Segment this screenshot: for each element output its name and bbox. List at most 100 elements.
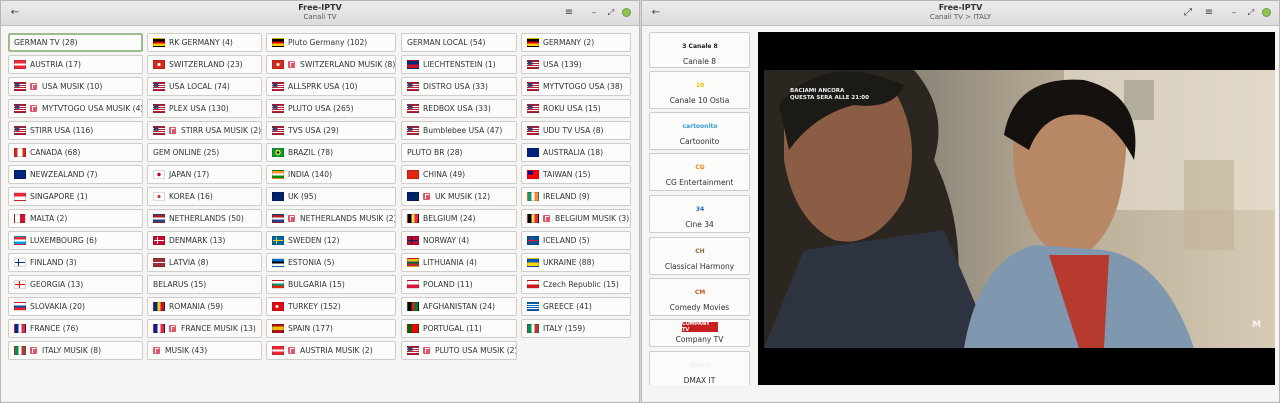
playlist-button[interactable]: GERMANY (2) (521, 33, 631, 52)
playlist-button[interactable]: LITHUANIA (4) (401, 253, 517, 272)
playlist-button[interactable]: Bumblebee USA (47) (401, 121, 517, 140)
channel-item[interactable]: 10 Canale 10 Ostia (649, 71, 750, 109)
playlist-button[interactable]: PORTUGAL (11) (401, 319, 517, 338)
playlist-button[interactable]: NORWAY (4) (401, 231, 517, 250)
playlist-button[interactable]: GEM ONLINE (25) (147, 143, 262, 162)
playlist-button[interactable]: POLAND (11) (401, 275, 517, 294)
channel-item[interactable]: CM Comedy Movies (649, 278, 750, 316)
playlist-button[interactable]: RK GERMANY (4) (147, 33, 262, 52)
maximize-button[interactable]: ⤢ (1243, 5, 1259, 21)
playlist-button[interactable]: PLUTO USA MUSIK (2) (401, 341, 517, 360)
close-button[interactable] (1259, 5, 1275, 21)
minimize-button[interactable]: – (586, 5, 602, 21)
playlist-button[interactable]: ALLSPRK USA (10) (266, 77, 396, 96)
playlist-button[interactable]: CANADA (68) (8, 143, 143, 162)
playlist-button[interactable]: NEWZEALAND (7) (8, 165, 143, 184)
playlist-button[interactable]: GERMAN LOCAL (54) (401, 33, 517, 52)
playlist-button[interactable]: IRELAND (9) (521, 187, 631, 206)
playlist-button[interactable]: ESTONIA (5) (266, 253, 396, 272)
playlist-button[interactable]: SWITZERLAND MUSIK (8) (266, 55, 396, 74)
playlist-button[interactable]: UKRAINE (88) (521, 253, 631, 272)
playlist-button[interactable]: USA MUSIK (10) (8, 77, 143, 96)
music-note-icon (153, 347, 160, 354)
fullscreen-button[interactable]: ⤢ (1180, 5, 1196, 21)
playlist-button[interactable]: BULGARIA (15) (266, 275, 396, 294)
close-button[interactable] (619, 5, 635, 21)
playlist-button[interactable]: MUSIK (43) (147, 341, 262, 360)
video-player[interactable]: BACIAMI ANCORA QUESTA SERA ALLE 21:00 M (758, 32, 1275, 385)
minimize-button[interactable]: – (1226, 5, 1242, 21)
playlist-button[interactable]: FINLAND (3) (8, 253, 143, 272)
flag-us-icon (272, 126, 284, 135)
flag-ee-icon (272, 258, 284, 267)
playlist-button[interactable]: KOREA (16) (147, 187, 262, 206)
channel-item[interactable]: CH Classical Harmony (649, 237, 750, 275)
playlist-button[interactable]: PLUTO BR (28) (401, 143, 517, 162)
playlist-button[interactable]: NETHERLANDS (50) (147, 209, 262, 228)
playlist-button[interactable]: ROMANIA (59) (147, 297, 262, 316)
playlist-button[interactable]: MALTA (2) (8, 209, 143, 228)
channel-item[interactable]: CG CG Entertainment (649, 153, 750, 191)
channel-item[interactable]: COMPANY TV Company TV (649, 319, 750, 347)
playlist-button[interactable]: AFGHANISTAN (24) (401, 297, 517, 316)
playlist-button[interactable]: LUXEMBOURG (6) (8, 231, 143, 250)
flag-bg-icon (272, 280, 284, 289)
playlist-button[interactable]: DISTRO USA (33) (401, 77, 517, 96)
channel-list[interactable]: 3 Canale 8 Canale 8 10 Canale 10 Ostia carto… (649, 32, 750, 385)
playlist-button[interactable]: ICELAND (5) (521, 231, 631, 250)
playlist-button[interactable]: SLOVAKIA (20) (8, 297, 143, 316)
playlist-button[interactable]: TAIWAN (15) (521, 165, 631, 184)
menu-button[interactable]: ≡ (1201, 5, 1217, 21)
playlist-button[interactable]: BELARUS (15) (147, 275, 262, 294)
menu-button[interactable]: ≡ (561, 5, 577, 21)
playlist-button[interactable]: ITALY (159) (521, 319, 631, 338)
playlist-button[interactable]: SPAIN (177) (266, 319, 396, 338)
playlist-button[interactable]: TURKEY (152) (266, 297, 396, 316)
playlist-button[interactable]: BELGIUM MUSIK (3) (521, 209, 631, 228)
playlist-button[interactable]: Czech Republic (15) (521, 275, 631, 294)
playlist-button[interactable]: GERMAN TV (28) (8, 33, 143, 52)
playlist-button[interactable]: SWITZERLAND (23) (147, 55, 262, 74)
playlist-button[interactable]: REDBOX USA (33) (401, 99, 517, 118)
playlist-button[interactable]: DENMARK (13) (147, 231, 262, 250)
playlist-button[interactable]: STIRR USA (116) (8, 121, 143, 140)
playlist-button[interactable]: BRAZIL (78) (266, 143, 396, 162)
channel-item[interactable]: DMAX DMAX IT (649, 351, 750, 385)
channel-item[interactable]: 3 Canale 8 Canale 8 (649, 32, 750, 68)
playlist-button[interactable]: USA (139) (521, 55, 631, 74)
playlist-button[interactable]: JAPAN (17) (147, 165, 262, 184)
playlist-button[interactable]: SWEDEN (12) (266, 231, 396, 250)
maximize-button[interactable]: ⤢ (603, 5, 619, 21)
channel-item[interactable]: cartoonito Cartoonito (649, 112, 750, 150)
channel-item[interactable]: 34 Cine 34 (649, 195, 750, 233)
playlist-button[interactable]: PLUTO USA (265) (266, 99, 396, 118)
playlist-button[interactable]: AUSTRIA MUSIK (2) (266, 341, 396, 360)
playlist-button[interactable]: SINGAPORE (1) (8, 187, 143, 206)
playlist-button[interactable]: GREECE (41) (521, 297, 631, 316)
playlist-button[interactable]: LATVIA (8) (147, 253, 262, 272)
playlist-button[interactable]: UDU TV USA (8) (521, 121, 631, 140)
playlist-label: BELGIUM MUSIK (3) (555, 214, 630, 223)
playlist-button[interactable]: TVS USA (29) (266, 121, 396, 140)
playlist-button[interactable]: AUSTRIA (17) (8, 55, 143, 74)
playlist-button[interactable]: PLEX USA (130) (147, 99, 262, 118)
playlist-button[interactable]: USA LOCAL (74) (147, 77, 262, 96)
playlist-button[interactable]: UK MUSIK (12) (401, 187, 517, 206)
playlist-button[interactable]: MYTVTOGO USA MUSIK (4) (8, 99, 143, 118)
playlist-button[interactable]: Pluto Germany (102) (266, 33, 396, 52)
playlist-button[interactable]: GEORGIA (13) (8, 275, 143, 294)
playlist-button[interactable]: FRANCE (76) (8, 319, 143, 338)
flag-us-icon (272, 82, 284, 91)
playlist-button[interactable]: ITALY MUSIK (8) (8, 341, 143, 360)
playlist-button[interactable]: AUSTRALIA (18) (521, 143, 631, 162)
playlist-button[interactable]: FRANCE MUSIK (13) (147, 319, 262, 338)
playlist-button[interactable]: NETHERLANDS MUSIK (2) (266, 209, 396, 228)
playlist-button[interactable]: STIRR USA MUSIK (2) (147, 121, 262, 140)
playlist-button[interactable]: MYTVTOGO USA (38) (521, 77, 631, 96)
playlist-button[interactable]: BELGIUM (24) (401, 209, 517, 228)
playlist-button[interactable]: ROKU USA (15) (521, 99, 631, 118)
playlist-button[interactable]: UK (95) (266, 187, 396, 206)
playlist-button[interactable]: LIECHTENSTEIN (1) (401, 55, 517, 74)
playlist-button[interactable]: INDIA (140) (266, 165, 396, 184)
playlist-button[interactable]: CHINA (49) (401, 165, 517, 184)
